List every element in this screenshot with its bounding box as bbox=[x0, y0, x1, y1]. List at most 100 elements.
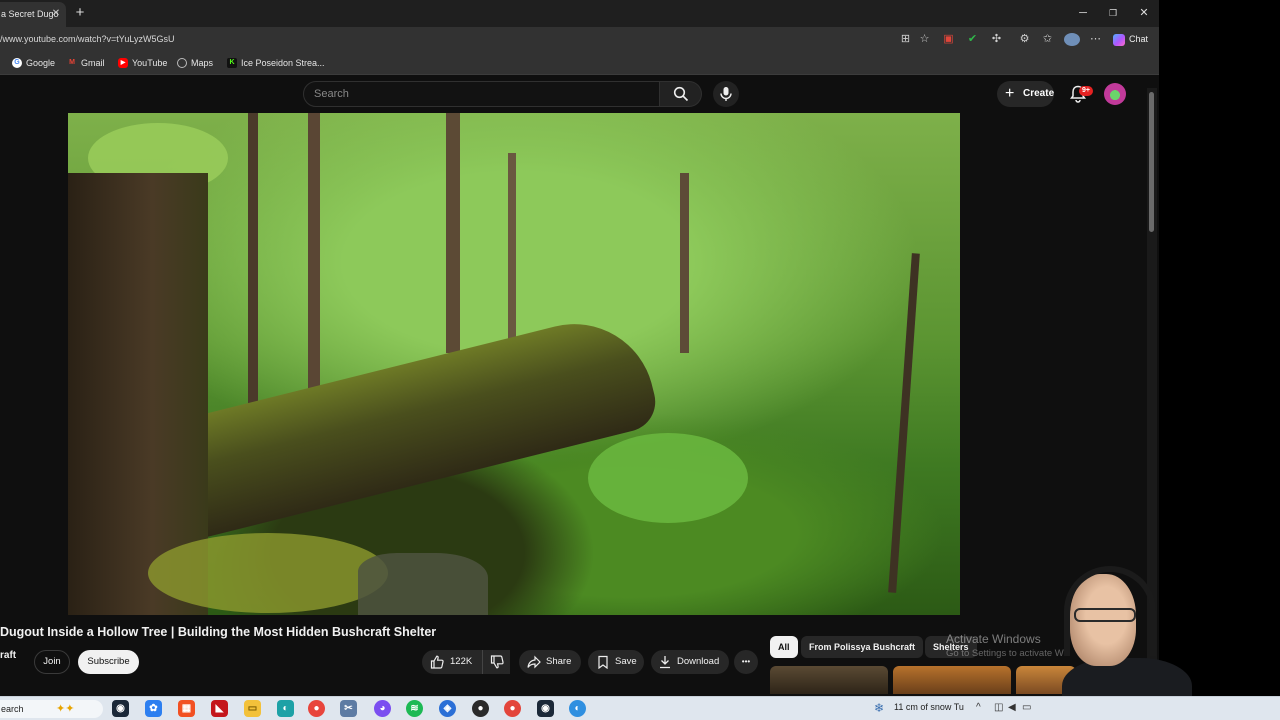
bookmark-label: Ice Poseidon Strea... bbox=[241, 58, 325, 68]
tree-trunk bbox=[888, 253, 920, 593]
windows-taskbar: earch ✦✦ ◉ ✿ ▦ ◣ ▭ ◐ ● ✂ ◕ ≋ ◈ ● ● ◉ ◐ ❄… bbox=[0, 696, 1280, 720]
channel-name[interactable]: raft bbox=[0, 650, 16, 661]
close-tab-icon[interactable]: ✕ bbox=[50, 8, 62, 20]
bookmark-icon bbox=[598, 655, 608, 669]
favorite-star-icon[interactable]: ☆ bbox=[918, 33, 931, 46]
recommended-thumbnail[interactable] bbox=[770, 666, 888, 694]
tarp bbox=[358, 553, 488, 615]
chat-label: Chat bbox=[1129, 34, 1149, 44]
scrollbar-thumb[interactable] bbox=[1149, 92, 1154, 232]
profile-icon[interactable] bbox=[1064, 33, 1080, 46]
kick-icon: K bbox=[227, 58, 237, 68]
file-explorer-icon[interactable]: ▭ bbox=[244, 700, 261, 717]
restore-icon[interactable]: ❐ bbox=[1105, 5, 1121, 21]
taskbar-search[interactable]: earch ✦✦ bbox=[0, 700, 103, 718]
download-label: Download bbox=[677, 656, 720, 667]
obs-icon[interactable]: ● bbox=[472, 700, 489, 717]
tray-speaker-icon[interactable]: ◀ bbox=[1008, 702, 1016, 713]
more-actions-button[interactable]: ••• bbox=[734, 650, 758, 674]
copilot-icon bbox=[1113, 34, 1125, 46]
spotify-icon[interactable]: ≋ bbox=[406, 700, 423, 717]
search-input[interactable]: Search bbox=[303, 81, 660, 107]
sparkle-icon: ✦✦ bbox=[56, 703, 75, 715]
recommended-thumbnail[interactable] bbox=[893, 666, 1011, 694]
share-label: Share bbox=[546, 656, 572, 667]
chrome-icon[interactable]: ● bbox=[308, 700, 325, 717]
windows-store-icon[interactable]: ▦ bbox=[178, 700, 195, 717]
save-button[interactable]: Save bbox=[588, 650, 644, 674]
share-icon bbox=[527, 655, 541, 669]
tab-bar: a Secret Dugo ✕ + ─ ❐ ✕ bbox=[0, 0, 1159, 27]
browser-essentials-icon[interactable]: ⚙ bbox=[1018, 33, 1031, 46]
reader-view-icon[interactable]: ⊞ bbox=[899, 33, 912, 46]
bookmark-gmail[interactable]: M Gmail bbox=[67, 57, 105, 70]
tree-trunk bbox=[680, 173, 689, 353]
dislike-button[interactable] bbox=[482, 650, 510, 674]
chip-from-channel[interactable]: From Polissya Bushcraft bbox=[801, 636, 924, 658]
globe-icon bbox=[177, 58, 187, 68]
app-sky-icon[interactable]: ◐ bbox=[569, 700, 586, 717]
bookmark-youtube[interactable]: ▶ YouTube bbox=[118, 57, 167, 70]
plus-icon: + bbox=[1005, 85, 1015, 102]
thumbs-down-icon bbox=[490, 655, 504, 669]
tree-trunk bbox=[248, 113, 258, 413]
tray-camera-icon[interactable]: ◫ bbox=[994, 702, 1003, 713]
tree-trunk bbox=[508, 153, 516, 353]
share-button[interactable]: Share bbox=[519, 650, 581, 674]
weather-widget[interactable]: ❄ 11 cm of snow Tu bbox=[874, 701, 964, 715]
bookmark-google[interactable]: G Google bbox=[12, 57, 55, 70]
video-player[interactable] bbox=[68, 113, 960, 615]
search-button[interactable] bbox=[660, 81, 702, 107]
moss bbox=[148, 533, 388, 613]
fallen-log bbox=[128, 307, 662, 550]
activate-windows-title: Activate Windows bbox=[946, 632, 1041, 646]
bookmark-maps[interactable]: Maps bbox=[177, 57, 213, 70]
bookmark-label: YouTube bbox=[132, 58, 168, 68]
minimize-icon[interactable]: ─ bbox=[1075, 5, 1091, 21]
steam-icon[interactable]: ◉ bbox=[112, 700, 129, 717]
copilot-taskbar-icon[interactable]: ✿ bbox=[145, 700, 162, 717]
app-icon[interactable]: ◕ bbox=[374, 700, 391, 717]
snipping-tool-icon[interactable]: ✂ bbox=[340, 700, 357, 717]
snowflake-icon: ❄ bbox=[874, 701, 885, 715]
tab-video[interactable]: a Secret Dugo ✕ bbox=[0, 2, 66, 27]
thumbs-up-icon bbox=[430, 655, 444, 669]
download-button[interactable]: Download bbox=[651, 650, 729, 674]
extension-check-icon[interactable]: ✔ bbox=[966, 33, 979, 46]
edge-icon[interactable]: ◐ bbox=[277, 700, 294, 717]
account-avatar[interactable] bbox=[1104, 83, 1126, 105]
more-menu-icon[interactable]: ⋯ bbox=[1089, 33, 1102, 46]
create-button[interactable]: + Create bbox=[997, 81, 1054, 107]
join-button[interactable]: Join bbox=[34, 650, 70, 674]
tree-trunk bbox=[446, 113, 460, 353]
url-field[interactable]: /www.youtube.com/watch?v=tYuLyzW5GsU bbox=[0, 34, 175, 44]
extensions-puzzle-icon[interactable]: ✣ bbox=[990, 33, 1003, 46]
voice-search-button[interactable] bbox=[713, 81, 739, 107]
app-blue-icon[interactable]: ◈ bbox=[439, 700, 456, 717]
close-window-icon[interactable]: ✕ bbox=[1136, 5, 1152, 21]
tray-chevron-icon[interactable]: ^ bbox=[976, 702, 981, 713]
copilot-chat-button[interactable]: Chat bbox=[1110, 31, 1152, 48]
google-icon: G bbox=[12, 58, 22, 68]
favorites-icon[interactable]: ✩ bbox=[1041, 33, 1054, 46]
subscribe-button[interactable]: Subscribe bbox=[78, 650, 139, 674]
extension-red-icon[interactable]: ▣ bbox=[942, 33, 955, 46]
steam-secondary-icon[interactable]: ◉ bbox=[537, 700, 554, 717]
video-title: Dugout Inside a Hollow Tree | Building t… bbox=[0, 625, 437, 639]
foliage bbox=[588, 433, 748, 523]
amd-icon[interactable]: ◣ bbox=[211, 700, 228, 717]
gmail-icon: M bbox=[69, 59, 75, 66]
chip-all[interactable]: All bbox=[770, 636, 798, 658]
tree-trunk bbox=[308, 113, 320, 393]
bookmark-ice-poseidon[interactable]: K Ice Poseidon Strea... bbox=[227, 57, 325, 70]
tray-network-icon[interactable]: ▭ bbox=[1022, 702, 1031, 713]
download-icon bbox=[660, 656, 670, 669]
address-bar: /www.youtube.com/watch?v=tYuLyzW5GsU ⊞ ☆… bbox=[0, 27, 1159, 52]
taskbar-search-text: earch bbox=[1, 704, 24, 714]
new-tab-button[interactable]: + bbox=[73, 5, 87, 21]
bookmarks-bar: G Google M Gmail ▶ YouTube Maps K Ice Po… bbox=[0, 52, 1159, 75]
bookmark-label: Gmail bbox=[81, 58, 105, 68]
headset-icon bbox=[1064, 566, 1156, 656]
chrome-secondary-icon[interactable]: ● bbox=[504, 700, 521, 717]
create-label: Create bbox=[1023, 88, 1055, 99]
